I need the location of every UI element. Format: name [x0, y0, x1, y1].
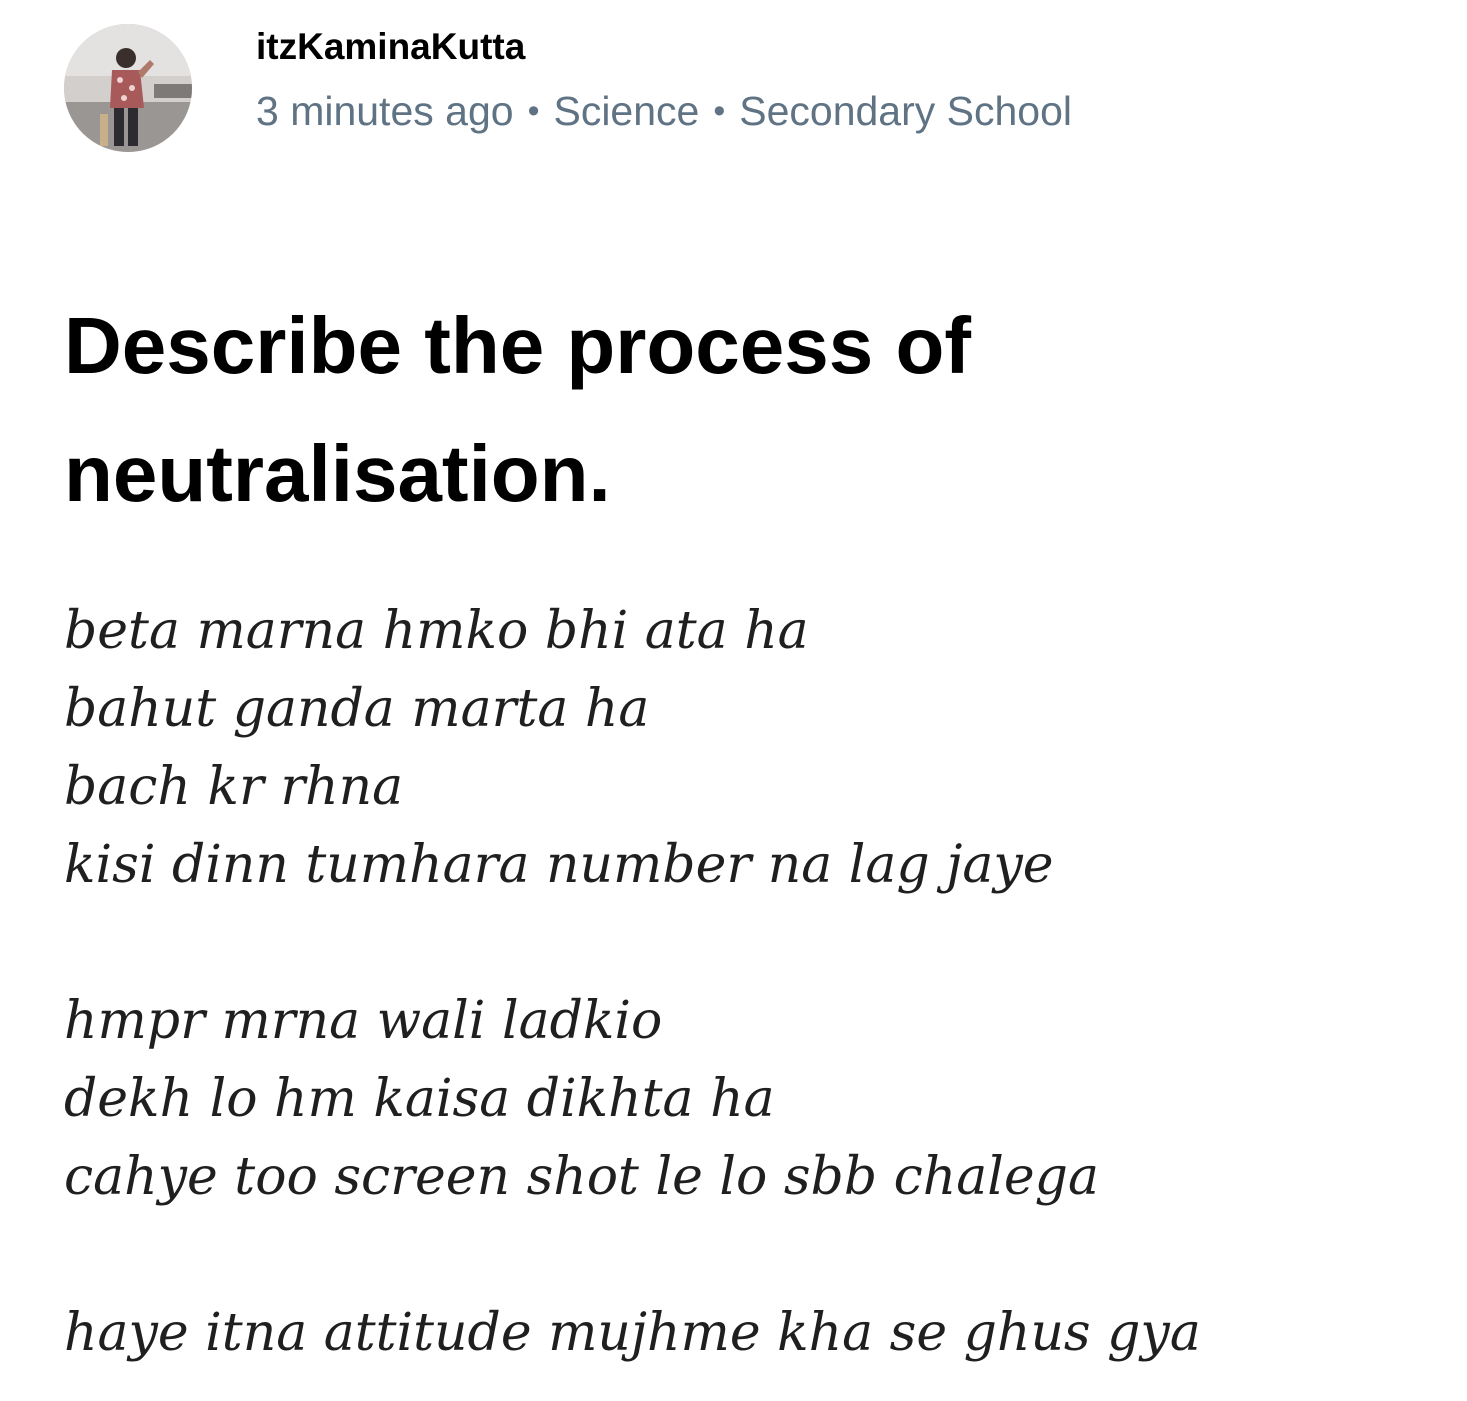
- question-stanza: beta marna hmko bhi ata ha bahut ganda m…: [64, 592, 1444, 904]
- body-line: bahut ganda marta ha: [64, 679, 650, 739]
- author-username[interactable]: itzKaminaKutta: [256, 24, 525, 70]
- avatar[interactable]: [64, 24, 192, 152]
- question-meta: 3 minutes ago • Science • Secondary School: [256, 86, 1072, 136]
- question-title: Describe the process of neutralisation.: [64, 301, 971, 518]
- body-line: beta marna hmko bhi ata ha: [64, 601, 809, 661]
- school-level-link[interactable]: Secondary School: [739, 88, 1072, 134]
- time-ago: 3 minutes ago: [256, 88, 514, 134]
- body-line: hmpr mrna wali ladkio: [64, 991, 663, 1051]
- avatar-photo-icon: [64, 24, 192, 152]
- body-line: bach kr rhna: [64, 757, 404, 817]
- author-row: itzKaminaKutta 3 minutes ago • Science • Sec…: [64, 24, 1424, 152]
- body-line: kisi dinn tumhara number na lag jaye: [64, 835, 1054, 895]
- question-stanza: hmpr mrna wali ladkio dekh lo hm kaisa d…: [64, 982, 1444, 1216]
- question-stanza: haye itna attitude mujhme kha se ghus gy…: [64, 1294, 1444, 1372]
- body-line: dekh lo hm kaisa dikhta ha: [64, 1069, 775, 1129]
- body-line: haye itna attitude mujhme kha se ghus gy…: [64, 1303, 1201, 1363]
- subject-link[interactable]: Science: [553, 88, 699, 134]
- question-body: beta marna hmko bhi ata ha bahut ganda m…: [64, 592, 1444, 1372]
- meta-separator-dot: •: [713, 92, 726, 130]
- question-card: itzKaminaKutta 3 minutes ago • Science • Sec…: [0, 0, 1467, 1401]
- body-line: cahye too screen shot le lo sbb chalega: [64, 1147, 1099, 1207]
- meta-separator-dot: •: [527, 92, 540, 130]
